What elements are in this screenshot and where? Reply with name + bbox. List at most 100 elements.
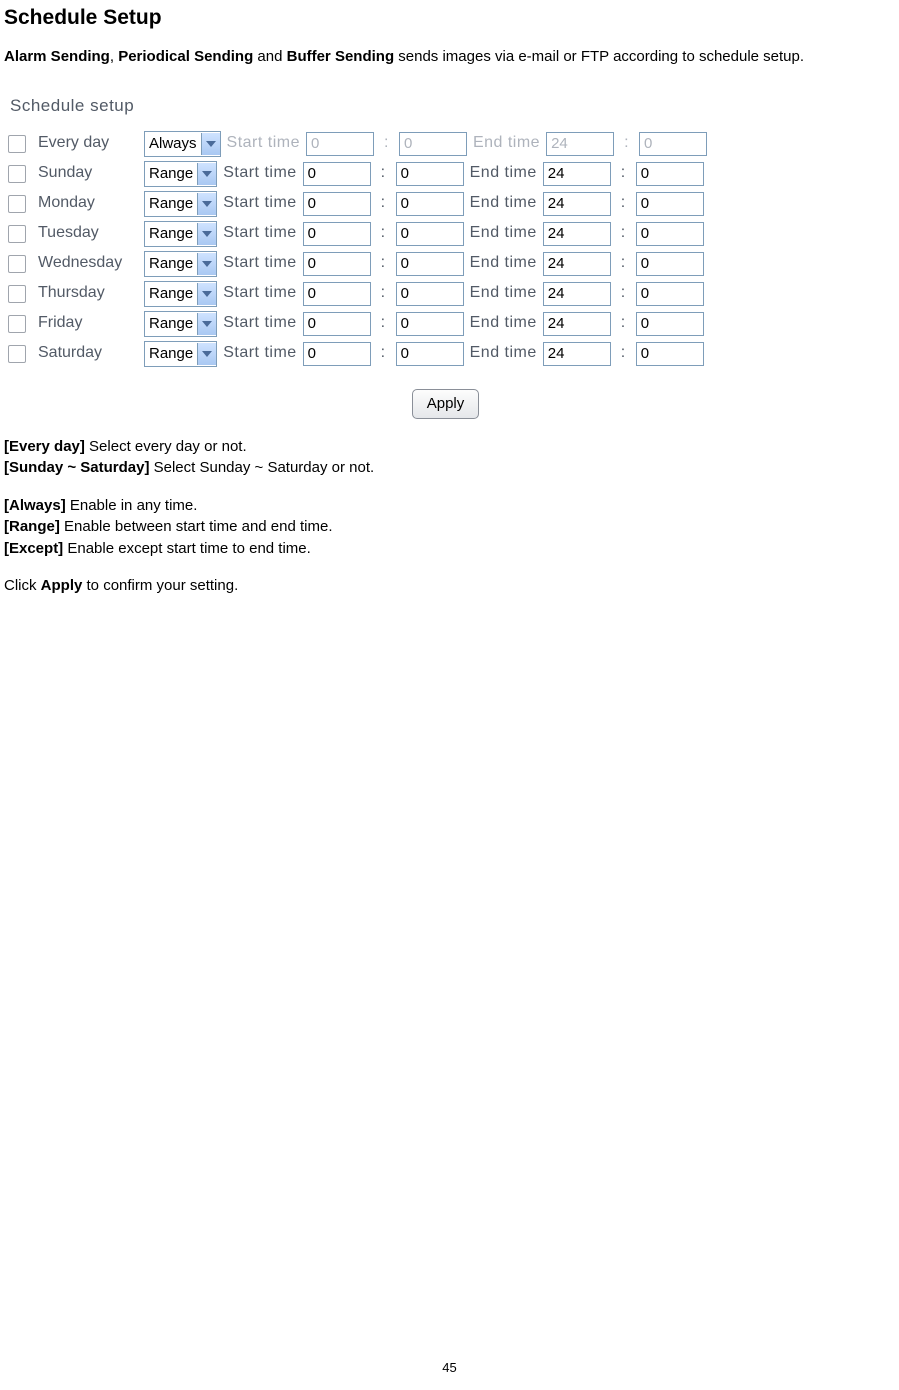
end-hour-input[interactable] <box>543 192 611 216</box>
end-min-input[interactable] <box>636 252 704 276</box>
end-hour-input[interactable] <box>543 162 611 186</box>
end-min-input[interactable] <box>636 192 704 216</box>
apply-button[interactable]: Apply <box>412 389 480 419</box>
intro-bold-3: Buffer Sending <box>287 48 395 65</box>
mode-select[interactable]: Range <box>144 191 217 217</box>
chevron-down-icon <box>197 193 216 215</box>
start-time-label: Start time <box>223 313 296 334</box>
day-label: Friday <box>38 313 138 334</box>
start-time-label: Start time <box>227 133 300 154</box>
chevron-down-icon <box>197 283 216 305</box>
start-time-label: Start time <box>223 163 296 184</box>
start-min-input <box>399 132 467 156</box>
mode-select[interactable]: Always <box>144 131 221 157</box>
start-hour-input[interactable] <box>303 312 371 336</box>
end-min-input[interactable] <box>636 342 704 366</box>
desc-range-b: [Range] <box>4 518 60 535</box>
time-colon: : <box>617 253 630 274</box>
end-time-label: End time <box>470 283 537 304</box>
mode-select[interactable]: Range <box>144 251 217 277</box>
end-min-input[interactable] <box>636 312 704 336</box>
start-min-input[interactable] <box>396 342 464 366</box>
mode-value: Range <box>149 224 193 244</box>
schedule-row: Every dayAlwaysStart time:End time: <box>4 131 887 157</box>
panel-heading: Schedule setup <box>10 95 887 117</box>
day-checkbox[interactable] <box>8 345 26 363</box>
mode-value: Always <box>149 134 197 154</box>
day-checkbox[interactable] <box>8 315 26 333</box>
start-min-input[interactable] <box>396 162 464 186</box>
day-checkbox[interactable] <box>8 195 26 213</box>
time-colon: : <box>617 313 630 334</box>
start-min-input[interactable] <box>396 282 464 306</box>
end-min-input[interactable] <box>636 282 704 306</box>
intro-text-1: , <box>110 48 118 65</box>
intro-bold-2: Periodical Sending <box>118 48 253 65</box>
intro-bold-1: Alarm Sending <box>4 48 110 65</box>
day-checkbox[interactable] <box>8 165 26 183</box>
start-hour-input[interactable] <box>303 162 371 186</box>
desc-apply-c: to confirm your setting. <box>82 577 238 594</box>
time-colon: : <box>377 343 390 364</box>
desc-apply-a: Click <box>4 577 41 594</box>
time-colon: : <box>377 163 390 184</box>
chevron-down-icon <box>197 163 216 185</box>
chevron-down-icon <box>197 253 216 275</box>
end-hour-input[interactable] <box>543 252 611 276</box>
end-time-label: End time <box>473 133 540 154</box>
intro-text-3: sends images via e-mail or FTP according… <box>394 48 804 65</box>
start-hour-input[interactable] <box>303 252 371 276</box>
mode-select[interactable]: Range <box>144 221 217 247</box>
day-checkbox[interactable] <box>8 255 26 273</box>
end-time-label: End time <box>470 163 537 184</box>
schedule-row: SundayRangeStart time:End time: <box>4 161 887 187</box>
chevron-down-icon <box>197 343 216 365</box>
start-hour-input[interactable] <box>303 342 371 366</box>
end-min-input[interactable] <box>636 222 704 246</box>
day-label: Saturday <box>38 343 138 364</box>
start-hour-input[interactable] <box>303 222 371 246</box>
page-title: Schedule Setup <box>4 4 887 31</box>
mode-select[interactable]: Range <box>144 281 217 307</box>
start-min-input[interactable] <box>396 222 464 246</box>
mode-select[interactable]: Range <box>144 161 217 187</box>
time-colon: : <box>377 223 390 244</box>
end-hour-input <box>546 132 614 156</box>
start-min-input[interactable] <box>396 312 464 336</box>
day-checkbox[interactable] <box>8 225 26 243</box>
day-label: Thursday <box>38 283 138 304</box>
end-hour-input[interactable] <box>543 312 611 336</box>
day-checkbox[interactable] <box>8 135 26 153</box>
desc-range-t: Enable between start time and end time. <box>60 518 333 535</box>
intro-text-2: and <box>253 48 286 65</box>
day-label: Sunday <box>38 163 138 184</box>
page-number: 45 <box>0 1360 899 1377</box>
schedule-row: SaturdayRangeStart time:End time: <box>4 341 887 367</box>
time-colon: : <box>617 343 630 364</box>
end-time-label: End time <box>470 193 537 214</box>
mode-value: Range <box>149 164 193 184</box>
time-colon: : <box>617 283 630 304</box>
mode-select[interactable]: Range <box>144 341 217 367</box>
start-hour-input[interactable] <box>303 192 371 216</box>
end-time-label: End time <box>470 253 537 274</box>
start-min-input[interactable] <box>396 192 464 216</box>
day-checkbox[interactable] <box>8 285 26 303</box>
end-hour-input[interactable] <box>543 342 611 366</box>
start-time-label: Start time <box>223 253 296 274</box>
end-min-input <box>639 132 707 156</box>
intro-paragraph: Alarm Sending, Periodical Sending and Bu… <box>4 47 887 67</box>
start-min-input[interactable] <box>396 252 464 276</box>
schedule-rows: Every dayAlwaysStart time:End time:Sunda… <box>4 131 887 367</box>
end-hour-input[interactable] <box>543 282 611 306</box>
time-colon: : <box>377 193 390 214</box>
end-hour-input[interactable] <box>543 222 611 246</box>
time-colon: : <box>620 133 633 154</box>
desc-apply-b: Apply <box>41 577 83 594</box>
start-hour-input[interactable] <box>303 282 371 306</box>
end-min-input[interactable] <box>636 162 704 186</box>
time-colon: : <box>377 283 390 304</box>
end-time-label: End time <box>470 343 537 364</box>
schedule-row: MondayRangeStart time:End time: <box>4 191 887 217</box>
mode-select[interactable]: Range <box>144 311 217 337</box>
